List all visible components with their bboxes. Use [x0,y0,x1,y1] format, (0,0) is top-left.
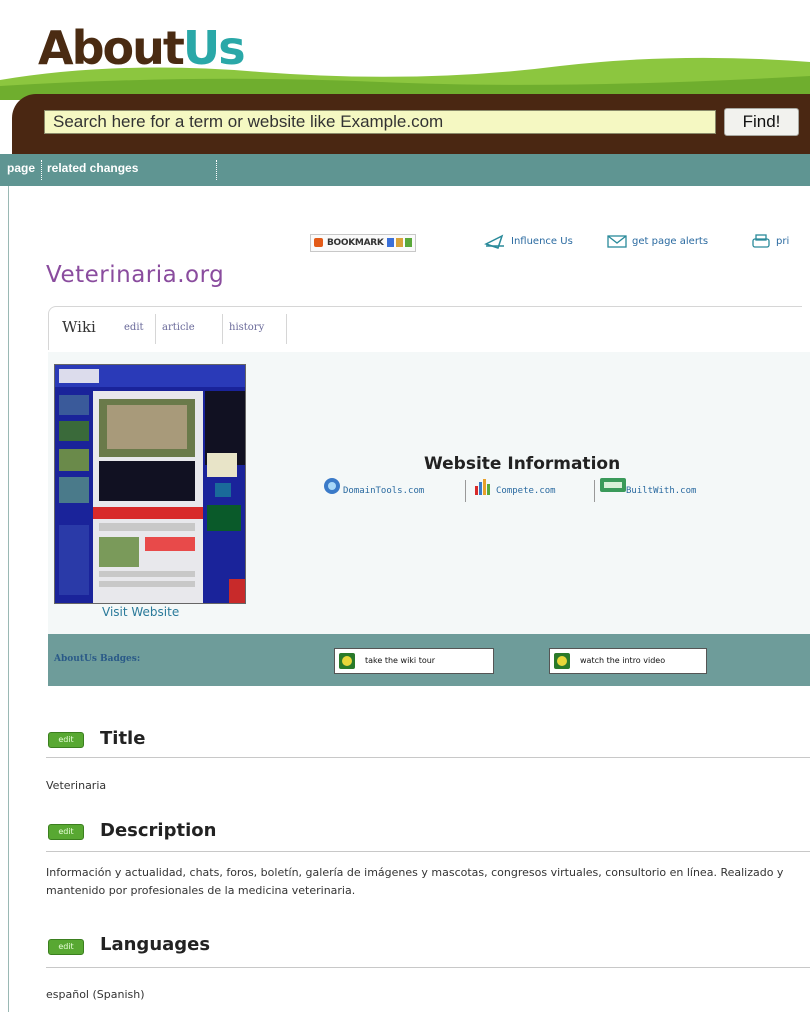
website-thumbnail[interactable] [54,364,246,604]
page-alerts-link[interactable]: get page alerts [632,236,708,247]
site-header: AboutUs Search here for a term or websit… [0,0,810,172]
edit-languages-button[interactable]: edit [48,939,84,955]
domaintools-link[interactable]: DomainTools.com [343,486,424,496]
influence-icon [484,234,504,249]
link-separator [465,480,466,502]
tab-separator [222,314,223,344]
section-languages-heading: Languages [100,934,211,955]
link-separator [594,480,595,502]
nav-separator [216,160,217,180]
nav-related-changes[interactable]: related changes [47,161,138,175]
share-icon [387,238,394,247]
find-button[interactable]: Find! [724,108,799,136]
section-divider [46,967,810,968]
domaintools-icon [324,478,340,494]
thumbnail-image [55,365,245,603]
builtwith-icon [600,478,626,492]
mail-icon [607,235,627,248]
nav-page[interactable]: page [7,161,35,175]
print-link[interactable]: pri [776,236,789,247]
aboutus-logo[interactable]: AboutUs [38,18,246,78]
intro-video-button[interactable]: watch the intro video [549,648,707,674]
wiki-tour-button[interactable]: take the wiki tour [334,648,494,674]
page-nav-bar: page related changes [0,154,810,186]
tab-wiki[interactable]: Wiki [62,318,96,336]
compete-icon [475,479,490,495]
influence-us-link[interactable]: Influence Us [511,236,573,247]
tab-article[interactable]: article [162,322,195,333]
section-divider [46,851,810,852]
edit-description-button[interactable]: edit [48,824,84,840]
builtwith-link[interactable]: BuiltWith.com [626,486,696,496]
edit-title-button[interactable]: edit [48,732,84,748]
tab-separator [155,314,156,344]
section-divider [46,757,810,758]
tab-history[interactable]: history [229,322,264,333]
page-title: Veterinaria.org [46,262,225,288]
share-icon [396,238,403,247]
bookmark-icon [314,238,323,247]
section-description-heading: Description [100,820,217,841]
print-icon [752,234,770,248]
section-title-heading: Title [100,728,146,749]
title-value: Veterinaria [46,779,107,792]
tab-edit[interactable]: edit [124,322,144,333]
compete-link[interactable]: Compete.com [496,486,556,496]
tab-separator [286,314,287,344]
website-information-heading: Website Information [424,454,621,474]
video-icon [554,653,570,669]
badges-label: AboutUs Badges: [54,654,141,664]
visit-website-link[interactable]: Visit Website [102,605,179,619]
left-divider [8,186,9,1012]
nav-separator [41,160,42,180]
bookmark-button[interactable]: BOOKMARK [310,234,416,252]
search-input[interactable]: Search here for a term or website like E… [44,110,716,134]
tour-icon [339,653,355,669]
share-icon [405,238,412,247]
languages-value: español (Spanish) [46,988,145,1001]
description-value: Información y actualidad, chats, foros, … [46,866,784,897]
